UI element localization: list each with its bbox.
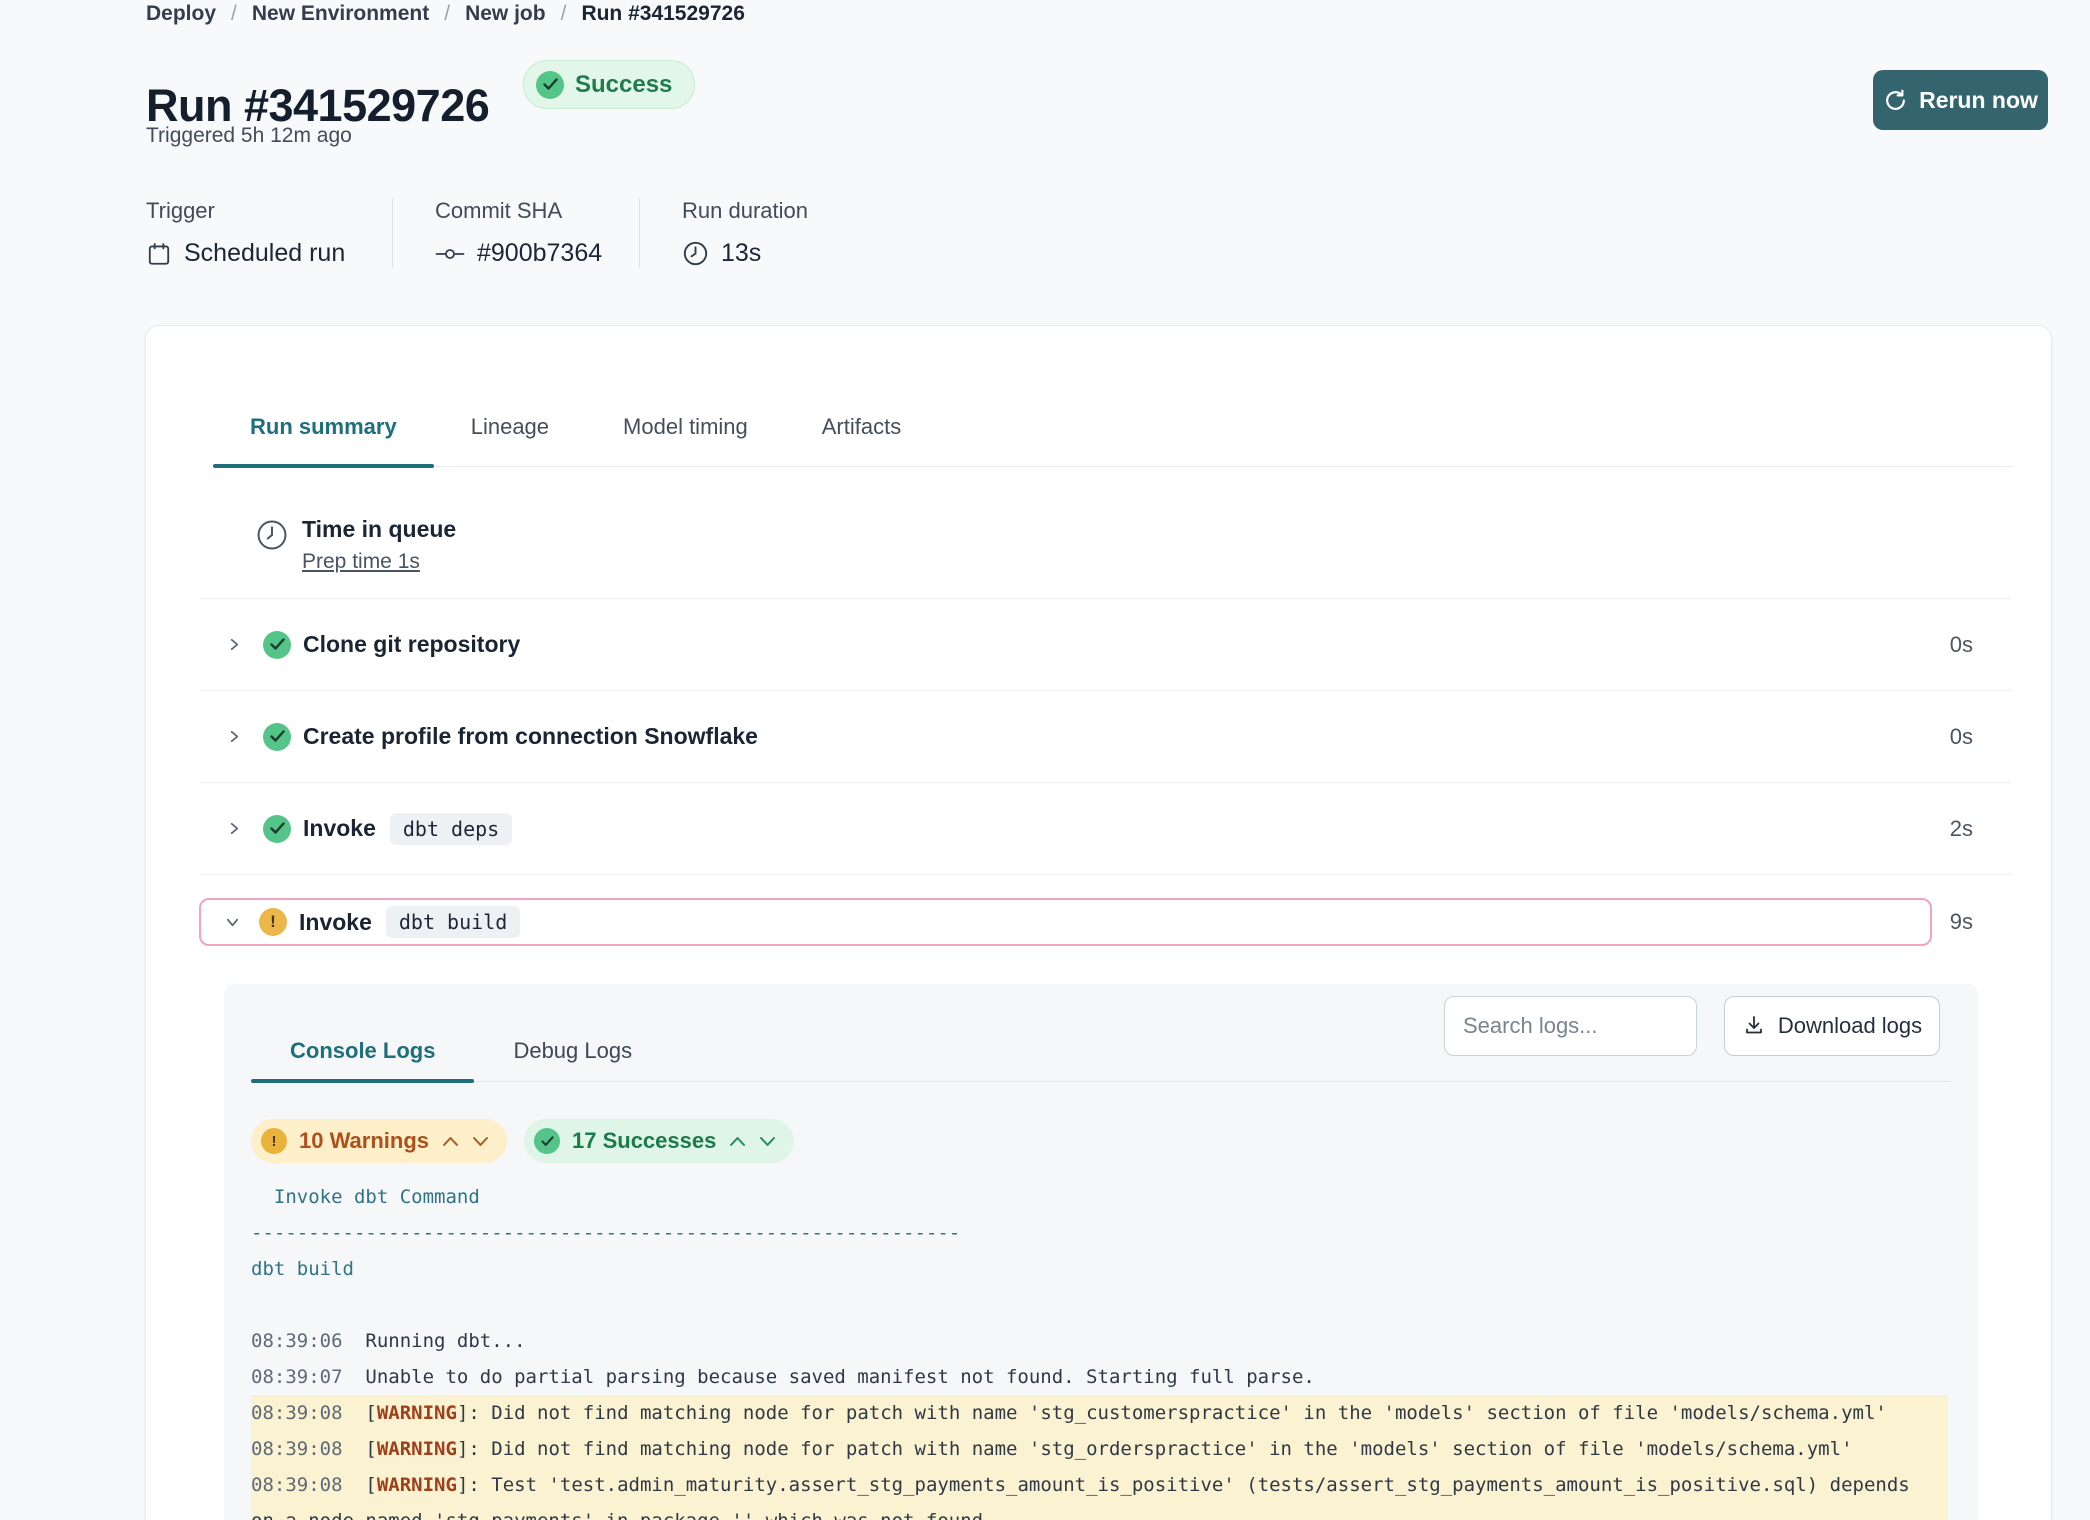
step-invoke-dbt-build-row: ! Invoke dbt build 9s <box>199 874 2011 946</box>
steps-list: Clone git repository 0s Create profile f… <box>199 598 2011 946</box>
log-line-warning: 08:39:08 [WARNING]: Did not find matchin… <box>251 1395 1948 1431</box>
successes-badge-label: 17 Successes <box>572 1128 716 1154</box>
log-output: Invoke dbt Command ---------------------… <box>224 1179 1978 1520</box>
warning-icon: ! <box>261 1128 287 1154</box>
log-controls: Download logs <box>1444 996 1940 1056</box>
breadcrumb-separator: / <box>231 2 237 26</box>
console-header: Console Logs Debug Logs Download logs <box>251 996 1951 1082</box>
rerun-now-label: Rerun now <box>1919 87 2038 114</box>
run-meta: Trigger Scheduled run Commit SHA #900b73… <box>146 198 848 268</box>
log-line-divider: ----------------------------------------… <box>251 1215 1948 1251</box>
warnings-badge-label: 10 Warnings <box>299 1128 429 1154</box>
refresh-icon <box>1883 88 1908 113</box>
step-title: Invoke <box>299 909 372 936</box>
trigger-value: Scheduled run <box>184 239 345 268</box>
search-logs-input[interactable] <box>1444 996 1697 1056</box>
run-detail-page: Deploy / New Environment / New job / Run… <box>0 0 2090 1520</box>
step-success-icon <box>263 631 291 659</box>
console-logs-panel: Console Logs Debug Logs Download logs ! <box>224 984 1978 1520</box>
breadcrumb-job[interactable]: New job <box>465 2 546 26</box>
warnings-next-icon[interactable] <box>471 1131 489 1151</box>
step-success-icon <box>263 723 291 751</box>
download-logs-button[interactable]: Download logs <box>1724 996 1940 1056</box>
queue-title: Time in queue <box>302 516 456 543</box>
duration-value: 13s <box>721 239 761 268</box>
download-logs-label: Download logs <box>1778 1013 1922 1039</box>
commit-icon <box>435 246 465 262</box>
tab-lineage[interactable]: Lineage <box>434 414 586 466</box>
chevron-right-icon[interactable] <box>226 821 242 837</box>
breadcrumb-separator: / <box>444 2 450 26</box>
status-badge-label: Success <box>575 71 672 99</box>
step-title: Create profile from connection Snowflake <box>303 723 758 750</box>
breadcrumb-run: Run #341529726 <box>581 2 744 26</box>
step-duration: 2s <box>1950 816 2011 842</box>
step-clone-git-repository[interactable]: Clone git repository 0s <box>199 598 2011 690</box>
step-title: Clone git repository <box>303 631 520 658</box>
step-title: Invoke <box>303 815 376 842</box>
duration-label: Run duration <box>682 198 808 224</box>
meta-duration: Run duration 13s <box>639 198 848 268</box>
log-line-info: 08:39:06 Running dbt... <box>251 1323 1948 1359</box>
step-duration: 0s <box>1950 632 2011 658</box>
download-icon <box>1742 1014 1766 1038</box>
successes-prev-icon[interactable] <box>728 1131 746 1151</box>
clock-icon <box>682 240 709 267</box>
breadcrumb-environment[interactable]: New Environment <box>252 2 429 26</box>
commit-value: #900b7364 <box>477 239 602 268</box>
step-success-icon <box>263 815 291 843</box>
tab-artifacts[interactable]: Artifacts <box>785 414 938 466</box>
breadcrumb: Deploy / New Environment / New job / Run… <box>146 2 745 26</box>
log-line-command: dbt build <box>251 1251 1948 1287</box>
meta-commit: Commit SHA #900b7364 <box>392 198 639 268</box>
log-filter-badges: ! 10 Warnings 17 Successes <box>251 1119 794 1163</box>
tab-debug-logs[interactable]: Debug Logs <box>474 1038 671 1081</box>
log-line-warning: 08:39:08 [WARNING]: Did not find matchin… <box>251 1431 1948 1467</box>
chevron-down-icon[interactable] <box>224 914 240 930</box>
tab-run-summary[interactable]: Run summary <box>213 414 434 466</box>
prep-time-link[interactable]: Prep time 1s <box>302 550 420 574</box>
step-command-chip: dbt deps <box>390 813 512 845</box>
step-duration: 9s <box>1950 909 2011 935</box>
log-line-command-header: Invoke dbt Command <box>251 1179 1948 1215</box>
time-in-queue-section: Time in queue Prep time 1s <box>255 516 456 574</box>
log-line-warning-continuation: on a node named 'stg_payments' in packag… <box>251 1503 1948 1520</box>
trigger-label: Trigger <box>146 198 352 224</box>
chevron-right-icon[interactable] <box>226 637 242 653</box>
log-line-warning: 08:39:08 [WARNING]: Test 'test.admin_mat… <box>251 1467 1948 1503</box>
warnings-badge[interactable]: ! 10 Warnings <box>251 1119 507 1163</box>
log-line-info: 08:39:07 Unable to do partial parsing be… <box>251 1359 1948 1395</box>
step-invoke-dbt-deps[interactable]: Invoke dbt deps 2s <box>199 782 2011 874</box>
success-check-icon <box>536 71 564 99</box>
log-line-blank <box>251 1287 1948 1323</box>
run-tabs: Run summary Lineage Model timing Artifac… <box>213 414 2013 467</box>
meta-trigger: Trigger Scheduled run <box>146 198 392 268</box>
rerun-now-button[interactable]: Rerun now <box>1873 70 2048 130</box>
queue-clock-icon <box>255 518 289 574</box>
tab-model-timing[interactable]: Model timing <box>586 414 785 466</box>
calendar-icon <box>146 241 172 267</box>
step-warning-icon: ! <box>259 908 287 936</box>
status-badge: Success <box>523 60 695 109</box>
tab-console-logs[interactable]: Console Logs <box>251 1038 474 1081</box>
success-icon <box>534 1128 560 1154</box>
warnings-prev-icon[interactable] <box>441 1131 459 1151</box>
step-duration: 0s <box>1950 724 2011 750</box>
successes-badge[interactable]: 17 Successes <box>524 1119 794 1163</box>
step-create-profile[interactable]: Create profile from connection Snowflake… <box>199 690 2011 782</box>
breadcrumb-deploy[interactable]: Deploy <box>146 2 216 26</box>
step-invoke-dbt-build[interactable]: ! Invoke dbt build <box>199 898 1932 946</box>
successes-next-icon[interactable] <box>758 1131 776 1151</box>
log-tabs: Console Logs Debug Logs <box>251 1038 671 1081</box>
breadcrumb-separator: / <box>561 2 567 26</box>
step-command-chip: dbt build <box>386 906 520 938</box>
triggered-timestamp: Triggered 5h 12m ago <box>146 124 352 148</box>
run-summary-card: Run summary Lineage Model timing Artifac… <box>145 325 2052 1520</box>
commit-label: Commit SHA <box>435 198 599 224</box>
chevron-right-icon[interactable] <box>226 729 242 745</box>
